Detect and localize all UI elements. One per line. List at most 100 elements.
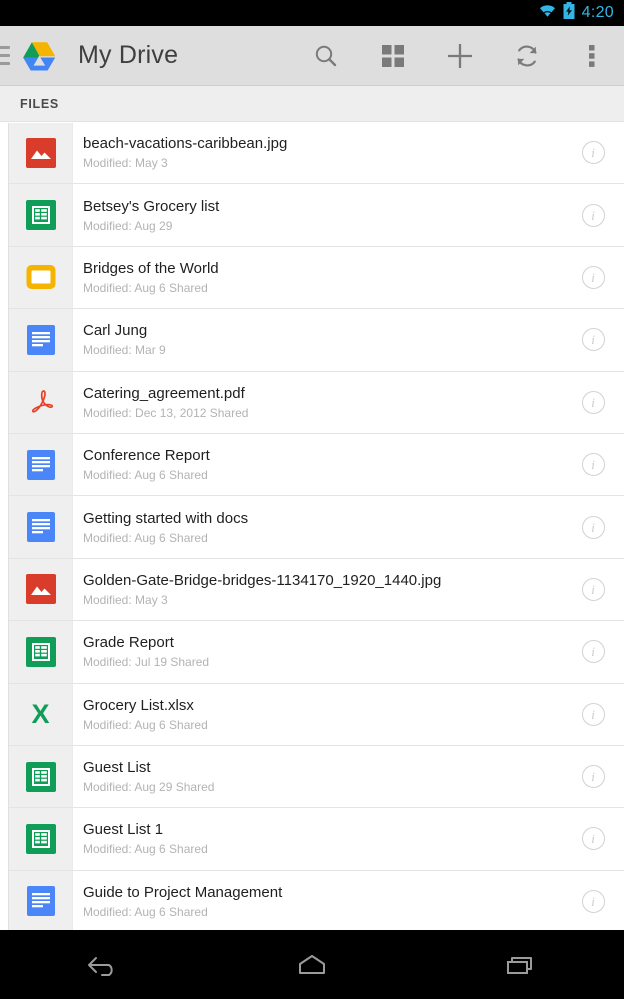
sheets-file-icon — [9, 808, 72, 871]
file-info-button[interactable]: i — [570, 640, 616, 664]
table-row[interactable]: Grade Report Modified: Jul 19 Shared i — [0, 621, 624, 684]
table-row[interactable]: Betsey's Grocery list Modified: Aug 29 i — [0, 184, 624, 247]
row-left-gutter — [0, 496, 9, 559]
file-info-button[interactable]: i — [570, 889, 616, 913]
file-name: Carl Jung — [83, 322, 148, 340]
table-row[interactable]: Conference Report Modified: Aug 6 Shared i — [0, 433, 624, 497]
sheets-file-icon — [9, 184, 72, 247]
add-icon[interactable] — [426, 26, 493, 86]
row-content[interactable]: Golden-Gate-Bridge-bridges-1134170_1920_… — [72, 558, 624, 622]
row-left-gutter — [0, 246, 9, 310]
home-button[interactable] — [208, 952, 416, 978]
row-left-gutter — [0, 371, 9, 434]
row-texts: Guide to Project Management Modified: Aug… — [83, 883, 570, 920]
hamburger-menu-icon[interactable] — [0, 46, 10, 65]
file-info-button[interactable]: i — [570, 515, 616, 539]
row-texts: Betsey's Grocery list Modified: Aug 29 — [83, 197, 570, 234]
info-icon: i — [581, 203, 605, 227]
file-info-button[interactable]: i — [570, 141, 616, 165]
row-left-gutter — [0, 558, 9, 622]
info-icon: i — [581, 328, 605, 352]
row-content[interactable]: Guest List 1 Modified: Aug 6 Shared i — [72, 808, 624, 871]
row-left-gutter — [0, 683, 9, 746]
slides-file-icon — [9, 246, 72, 310]
action-bar: My Drive — [0, 26, 624, 86]
row-left-gutter — [0, 621, 9, 684]
table-row[interactable]: Carl Jung Modified: Mar 9 i — [0, 309, 624, 372]
row-content[interactable]: Catering_agreement.pdf Modified: Dec 13, … — [72, 371, 624, 434]
file-name: Getting started with docs — [83, 509, 249, 527]
table-row[interactable]: Golden-Gate-Bridge-bridges-1134170_1920_… — [0, 558, 624, 622]
grid-view-icon[interactable] — [359, 26, 426, 86]
sheets-file-icon — [9, 745, 72, 809]
file-info-button[interactable]: i — [570, 265, 616, 289]
file-info-button[interactable]: i — [570, 765, 616, 789]
row-texts: Carl Jung Modified: Mar 9 — [83, 321, 570, 358]
file-name: Conference Report — [83, 447, 210, 465]
row-texts: Conference Report Modified: Aug 6 Shared — [83, 446, 570, 483]
file-modified-label: Modified: May 3 — [83, 592, 168, 607]
file-name: Grocery List.xlsx — [83, 696, 194, 714]
file-modified-label: Modified: Aug 29 — [83, 218, 173, 233]
file-modified-label: Modified: Dec 13, 2012 Shared — [83, 405, 249, 420]
table-row[interactable]: beach-vacations-caribbean.jpg Modified: M… — [0, 123, 624, 185]
file-info-button[interactable]: i — [570, 203, 616, 227]
table-row[interactable]: Bridges of the World Modified: Aug 6 Shar… — [0, 246, 624, 310]
row-left-gutter — [0, 309, 9, 372]
overflow-menu-icon[interactable] — [560, 26, 624, 86]
row-texts: Golden-Gate-Bridge-bridges-1134170_1920_… — [83, 571, 570, 608]
file-info-button[interactable]: i — [570, 390, 616, 414]
system-navigation-bar — [0, 930, 624, 999]
search-icon[interactable] — [292, 26, 359, 86]
file-list-scroll-area[interactable]: beach-vacations-caribbean.jpg Modified: M… — [0, 123, 624, 930]
back-button[interactable] — [0, 952, 208, 978]
table-row[interactable]: Guest List 1 Modified: Aug 6 Shared i — [0, 808, 624, 871]
docs-file-icon — [9, 496, 72, 559]
info-icon: i — [581, 827, 605, 851]
table-row[interactable]: Getting started with docs Modified: Aug 6… — [0, 496, 624, 559]
row-content[interactable]: Bridges of the World Modified: Aug 6 Shar… — [72, 246, 624, 310]
info-icon: i — [581, 141, 605, 165]
file-name: Bridges of the World — [83, 259, 219, 277]
row-content[interactable]: Carl Jung Modified: Mar 9 i — [72, 309, 624, 372]
status-bar: 4:20 — [0, 0, 624, 26]
file-name: Guide to Project Management — [83, 883, 283, 901]
info-icon: i — [581, 765, 605, 789]
row-content[interactable]: Grade Report Modified: Jul 19 Shared i — [72, 621, 624, 684]
refresh-icon[interactable] — [493, 26, 560, 86]
row-content[interactable]: Getting started with docs Modified: Aug 6… — [72, 496, 624, 559]
file-modified-label: Modified: Aug 6 Shared — [83, 717, 208, 732]
table-row[interactable]: X Grocery List.xlsx Modified: Aug 6 Shared… — [0, 683, 624, 746]
row-content[interactable]: beach-vacations-caribbean.jpg Modified: M… — [72, 123, 624, 185]
file-info-button[interactable]: i — [570, 827, 616, 851]
table-row[interactable]: Catering_agreement.pdf Modified: Dec 13, … — [0, 371, 624, 434]
file-modified-label: Modified: May 3 — [83, 156, 168, 171]
row-content[interactable]: Guest List Modified: Aug 29 Shared i — [72, 745, 624, 809]
file-name: Grade Report — [83, 634, 174, 652]
pdf-file-icon — [9, 371, 72, 434]
tab-files[interactable]: FILES — [20, 97, 59, 111]
file-info-button[interactable]: i — [570, 328, 616, 352]
row-content[interactable]: Guide to Project Management Modified: Aug… — [72, 870, 624, 930]
excel-file-icon: X — [9, 683, 72, 746]
file-name: Guest List 1 — [83, 821, 164, 839]
info-icon: i — [581, 265, 605, 289]
file-info-button[interactable]: i — [570, 577, 616, 601]
row-content[interactable]: Betsey's Grocery list Modified: Aug 29 i — [72, 184, 624, 247]
file-modified-label: Modified: Aug 29 Shared — [83, 780, 215, 795]
row-content[interactable]: Conference Report Modified: Aug 6 Shared i — [72, 433, 624, 497]
file-name: Betsey's Grocery list — [83, 197, 220, 215]
file-info-button[interactable]: i — [570, 702, 616, 726]
row-texts: Guest List Modified: Aug 29 Shared — [83, 758, 570, 795]
status-time: 4:20 — [581, 4, 614, 21]
table-row[interactable]: Guide to Project Management Modified: Aug… — [0, 870, 624, 930]
table-row[interactable]: Guest List Modified: Aug 29 Shared i — [0, 745, 624, 809]
row-texts: Grocery List.xlsx Modified: Aug 6 Shared — [83, 696, 570, 733]
file-modified-label: Modified: Aug 6 Shared — [83, 468, 208, 483]
page-title: My Drive — [78, 41, 179, 69]
docs-file-icon — [9, 309, 72, 372]
file-info-button[interactable]: i — [570, 453, 616, 477]
file-modified-label: Modified: Jul 19 Shared — [83, 655, 210, 670]
recents-button[interactable] — [416, 952, 624, 978]
row-content[interactable]: Grocery List.xlsx Modified: Aug 6 Shared i — [72, 683, 624, 746]
